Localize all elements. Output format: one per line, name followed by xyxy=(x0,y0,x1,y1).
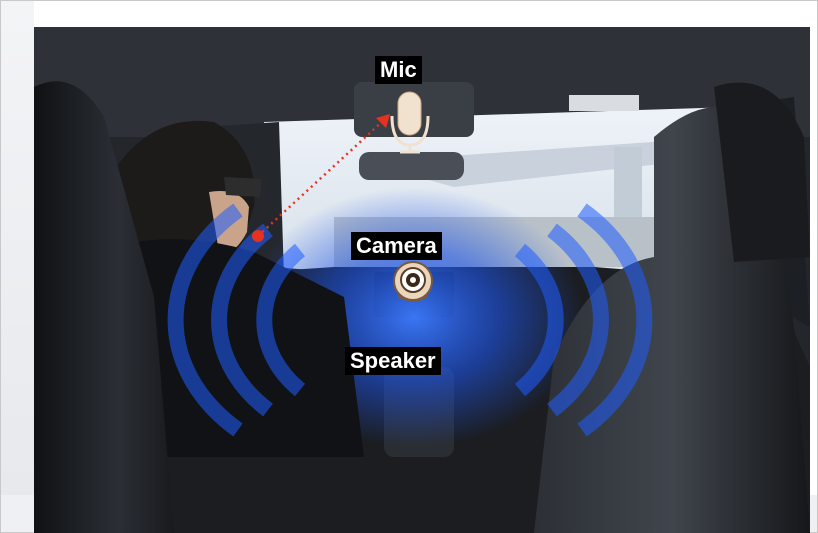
overhead-console xyxy=(354,82,474,137)
rearview-mirror xyxy=(359,152,464,180)
car-interior-photo xyxy=(34,27,810,533)
windshield-sticker xyxy=(569,95,639,111)
mic-label: Mic xyxy=(375,56,422,84)
driver-glasses xyxy=(224,177,262,197)
speaker-label: Speaker xyxy=(345,347,441,375)
camera-label: Camera xyxy=(351,232,442,260)
left-margin-background xyxy=(1,1,34,531)
